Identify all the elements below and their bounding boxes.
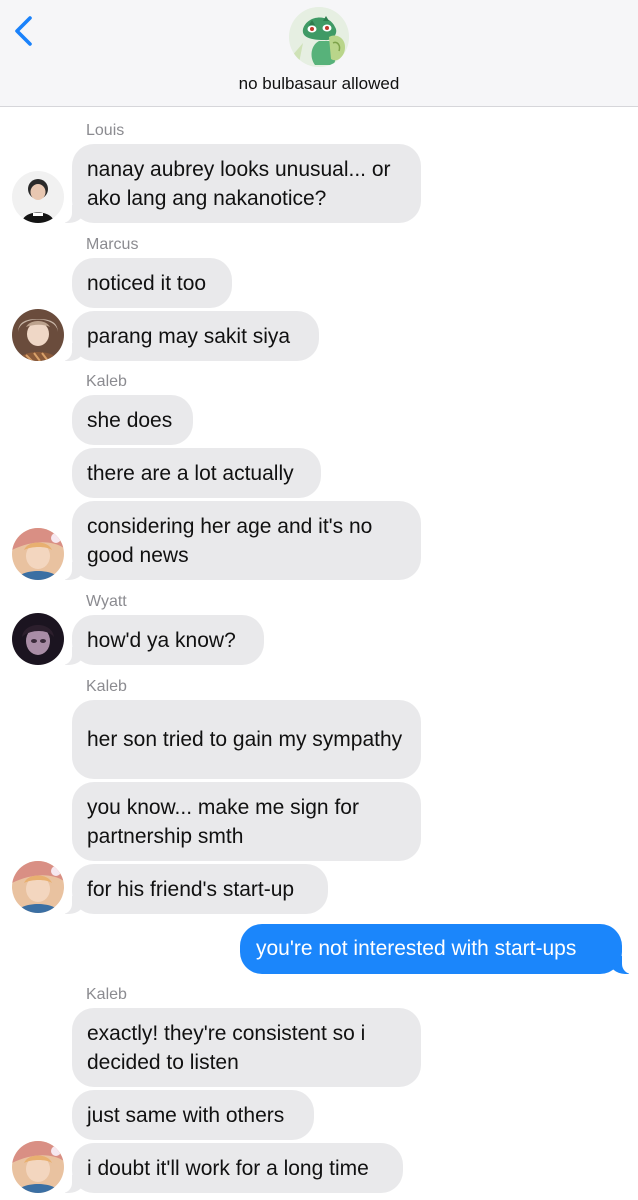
- message-text: i doubt it'll work for a long time: [87, 1156, 369, 1180]
- message-text: her son tried to gain my sympathy: [87, 728, 403, 751]
- message-text: for his friend's start-up: [87, 877, 295, 901]
- group-avatar[interactable]: [289, 7, 349, 67]
- avatar-kaleb[interactable]: [12, 1141, 64, 1193]
- conversation-header: no bulbasaur allowed: [0, 0, 638, 107]
- message-bubble[interactable]: her son tried to gain my sympathy: [72, 700, 421, 779]
- message-bubble[interactable]: she does: [72, 395, 193, 445]
- chevron-left-icon: [15, 16, 32, 46]
- sender-name: Wyatt: [86, 593, 127, 610]
- message-text: noticed it too: [87, 271, 207, 295]
- message-text: there are a lot actually: [87, 461, 294, 485]
- message-bubble[interactable]: you know... make me sign for partnership…: [72, 782, 421, 861]
- avatar-kaleb[interactable]: [12, 861, 64, 913]
- message-bubble[interactable]: just same with others: [72, 1090, 314, 1140]
- message-bubble[interactable]: noticed it too: [72, 258, 232, 308]
- message-bubble[interactable]: for his friend's start-up: [62, 864, 328, 914]
- avatar-louis[interactable]: [12, 171, 64, 223]
- avatar-kaleb[interactable]: [12, 528, 64, 580]
- message-text: parang may sakit siya: [87, 324, 291, 348]
- message-bubble[interactable]: considering her age and it's no good new…: [62, 501, 421, 580]
- message-bubble[interactable]: there are a lot actually: [72, 448, 321, 498]
- avatar-marcus[interactable]: [12, 309, 64, 361]
- message-bubble[interactable]: exactly! they're consistent so i decided…: [72, 1008, 421, 1087]
- message-bubble[interactable]: i doubt it'll work for a long time: [62, 1143, 403, 1193]
- message-text: exactly! they're consistent so i decided…: [87, 1021, 366, 1074]
- back-button[interactable]: [8, 12, 40, 52]
- sender-name: Kaleb: [86, 373, 127, 390]
- sender-name: Louis: [86, 122, 125, 139]
- sender-name: Kaleb: [86, 986, 127, 1003]
- message-bubble[interactable]: how'd ya know?: [62, 615, 264, 665]
- avatar-wyatt[interactable]: [12, 613, 64, 665]
- message-text: nanay aubrey looks unusual... or ako lan…: [87, 157, 391, 210]
- message-bubble[interactable]: nanay aubrey looks unusual... or ako lan…: [62, 144, 421, 223]
- message-text: you know... make me sign for partnership…: [87, 795, 359, 848]
- message-text: considering her age and it's no good new…: [87, 514, 373, 567]
- sender-name: Marcus: [86, 236, 139, 253]
- message-text: how'd ya know?: [87, 628, 236, 652]
- bulbasaur-avatar-icon: [289, 7, 349, 67]
- message-text: she does: [87, 408, 173, 432]
- status-bar-fragment: [576, 0, 624, 4]
- sent-message-bubble[interactable]: you're not interested with start-ups: [240, 924, 632, 974]
- group-name[interactable]: no bulbasaur allowed: [0, 74, 638, 94]
- message-bubble[interactable]: parang may sakit siya: [62, 311, 319, 361]
- message-text: you're not interested with start-ups: [256, 937, 577, 960]
- sender-name: Kaleb: [86, 678, 127, 695]
- message-text: just same with others: [87, 1103, 285, 1127]
